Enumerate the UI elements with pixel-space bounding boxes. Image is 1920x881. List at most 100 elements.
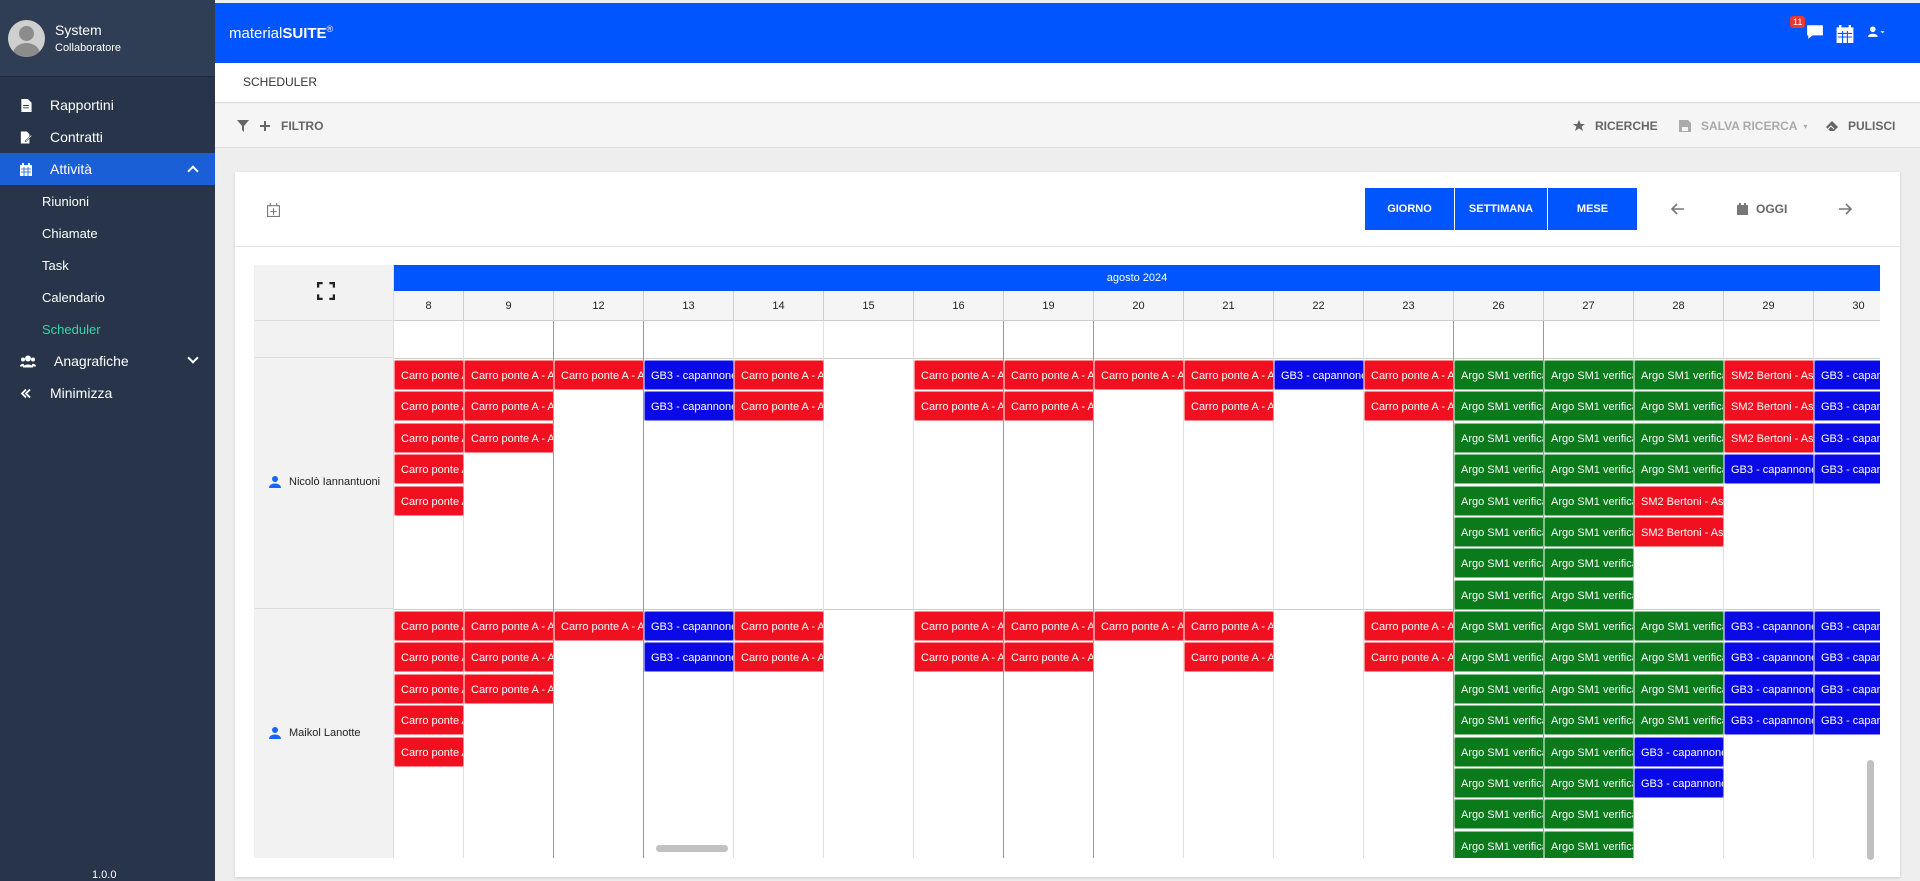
event-argo[interactable]: Argo SM1 verifica (1634, 642, 1724, 673)
event-argo[interactable]: Argo SM1 verifica (1454, 673, 1544, 704)
event-argo[interactable]: Argo SM1 verifica (1454, 422, 1544, 453)
event-carro[interactable]: Carro ponte A - Ass (734, 611, 824, 641)
event-sm2[interactable]: SM2 Bertoni - Assi (1724, 422, 1814, 453)
event-carro[interactable]: Carro ponte A - Ass (1004, 360, 1094, 390)
calendar-add-icon[interactable] (267, 203, 280, 217)
event-carro[interactable]: Carro ponte A - Ass (1184, 391, 1274, 422)
brand-logo[interactable]: materialSUITE® (229, 24, 333, 42)
event-carro[interactable]: Carro ponte A - Ass (734, 642, 824, 673)
event-argo[interactable]: Argo SM1 verifica (1544, 642, 1634, 673)
view-day-button[interactable]: GIORNO (1365, 188, 1454, 230)
event-argo[interactable]: Argo SM1 verifica (1544, 517, 1634, 547)
event-argo[interactable]: Argo SM1 verifica (1544, 736, 1634, 767)
fullscreen-icon[interactable] (317, 282, 335, 300)
event-carro[interactable]: Carro ponte A - Ass (734, 391, 824, 422)
event-carro[interactable]: Carro ponte A - Ass (914, 642, 1004, 673)
resource-label[interactable]: Nicolò Iannantuoni (269, 476, 380, 488)
event-argo[interactable]: Argo SM1 verifica (1634, 673, 1724, 704)
vertical-scrollbar[interactable] (1867, 760, 1874, 860)
event-argo[interactable]: Argo SM1 verifica (1454, 736, 1544, 767)
chat-icon[interactable] (1806, 23, 1824, 41)
event-carro[interactable]: Carro ponte A - Ass (394, 736, 464, 767)
event-argo[interactable]: Argo SM1 verifica (1544, 611, 1634, 641)
event-carro[interactable]: Carro ponte A - Ass (394, 705, 464, 736)
event-argo[interactable]: Argo SM1 verifica (1544, 799, 1634, 830)
event-argo[interactable]: Argo SM1 verifica (1454, 517, 1544, 547)
event-argo[interactable]: Argo SM1 verifica (1544, 705, 1634, 736)
event-carro[interactable]: Carro ponte A - Ass (464, 642, 554, 673)
event-carro[interactable]: Carro ponte A - Ass (464, 360, 554, 390)
event-carro[interactable]: Carro ponte A - Ass (1184, 611, 1274, 641)
sidebar-item-minimizza[interactable]: Minimizza (0, 377, 215, 409)
event-gb3[interactable]: GB3 - capannone (1814, 611, 1880, 641)
event-carro[interactable]: Carro ponte A - Ass (1364, 360, 1454, 390)
sidebar-item-contratti[interactable]: Contratti (0, 121, 215, 153)
event-argo[interactable]: Argo SM1 verifica (1454, 391, 1544, 422)
event-carro[interactable]: Carro ponte A - Ass (914, 611, 1004, 641)
view-month-button[interactable]: MESE (1548, 188, 1637, 230)
event-argo[interactable]: Argo SM1 verifica (1454, 485, 1544, 516)
event-gb3[interactable]: GB3 - capannone (1814, 422, 1880, 453)
event-carro[interactable]: Carro ponte A - Ass (1364, 642, 1454, 673)
event-argo[interactable]: Argo SM1 verifica (1454, 611, 1544, 641)
save-search-button[interactable]: SALVA RICERCA ▾ (1679, 119, 1807, 133)
event-argo[interactable]: Argo SM1 verifica (1454, 799, 1544, 830)
event-argo[interactable]: Argo SM1 verifica (1634, 611, 1724, 641)
event-carro[interactable]: Carro ponte A - Ass (394, 391, 464, 422)
sidebar-subitem-chiamate[interactable]: Chiamate (0, 217, 215, 249)
event-gb3[interactable]: GB3 - capannone (1724, 705, 1814, 736)
searches-button[interactable]: RICERCHE (1573, 119, 1658, 133)
event-argo[interactable]: Argo SM1 verifica (1634, 422, 1724, 453)
event-argo[interactable]: Argo SM1 verifica (1544, 391, 1634, 422)
avatar[interactable] (8, 19, 45, 57)
calendar-icon[interactable] (1836, 25, 1854, 43)
event-carro[interactable]: Carro ponte A - Ass (394, 611, 464, 641)
sidebar-subitem-scheduler[interactable]: Scheduler (0, 313, 215, 345)
event-gb3[interactable]: GB3 - capannone (1724, 673, 1814, 704)
event-gb3[interactable]: GB3 - capannone (644, 391, 734, 422)
event-argo[interactable]: Argo SM1 verifica (1454, 579, 1544, 610)
view-week-button[interactable]: SETTIMANA (1455, 188, 1547, 230)
event-carro[interactable]: Carro ponte A - Ass (394, 642, 464, 673)
event-gb3[interactable]: GB3 - capannone (1274, 360, 1364, 390)
arrow-left-icon[interactable] (1671, 203, 1685, 215)
event-sm2[interactable]: SM2 Bertoni - Assi (1724, 391, 1814, 422)
sidebar-subitem-calendario[interactable]: Calendario (0, 281, 215, 313)
event-argo[interactable]: Argo SM1 verifica (1544, 360, 1634, 390)
event-argo[interactable]: Argo SM1 verifica (1544, 768, 1634, 798)
event-gb3[interactable]: GB3 - capannone (644, 360, 734, 390)
event-gb3[interactable]: GB3 - capannone (1814, 673, 1880, 704)
event-gb3[interactable]: GB3 - capannone (1634, 736, 1724, 767)
event-argo[interactable]: Argo SM1 verifica (1634, 705, 1724, 736)
event-gb3[interactable]: GB3 - capannone (1724, 642, 1814, 673)
event-carro[interactable]: Carro ponte A - Ass (394, 422, 464, 453)
event-argo[interactable]: Argo SM1 verifica (1454, 548, 1544, 579)
event-gb3[interactable]: GB3 - capannone (1814, 705, 1880, 736)
sidebar-item-anagrafiche[interactable]: Anagrafiche (0, 345, 215, 377)
event-sm2[interactable]: SM2 Bertoni - Assi (1634, 485, 1724, 516)
event-gb3[interactable]: GB3 - capannone (1724, 454, 1814, 485)
event-argo[interactable]: Argo SM1 verifica (1544, 673, 1634, 704)
event-carro[interactable]: Carro ponte A - Ass (1004, 391, 1094, 422)
user-menu-icon[interactable] (1868, 23, 1886, 41)
event-carro[interactable]: Carro ponte A - Ass (914, 360, 1004, 390)
event-carro[interactable]: Carro ponte A - Ass (1364, 611, 1454, 641)
event-carro[interactable]: Carro ponte A - Ass (394, 485, 464, 516)
event-carro[interactable]: Carro ponte A - Ass (1184, 360, 1274, 390)
event-carro[interactable]: Carro ponte A - Ass (554, 611, 644, 641)
event-carro[interactable]: Carro ponte A - Ass (1004, 611, 1094, 641)
event-carro[interactable]: Carro ponte A - Ass (394, 360, 464, 390)
event-argo[interactable]: Argo SM1 verifica (1454, 454, 1544, 485)
event-argo[interactable]: Argo SM1 verifica (1544, 548, 1634, 579)
event-gb3[interactable]: GB3 - capannone (644, 642, 734, 673)
event-argo[interactable]: Argo SM1 verifica (1544, 830, 1634, 858)
sidebar-item-attivita[interactable]: Attività (0, 153, 215, 185)
event-argo[interactable]: Argo SM1 verifica (1544, 422, 1634, 453)
event-argo[interactable]: Argo SM1 verifica (1544, 579, 1634, 610)
sidebar-subitem-task[interactable]: Task (0, 249, 215, 281)
event-carro[interactable]: Carro ponte A - Ass (914, 391, 1004, 422)
event-argo[interactable]: Argo SM1 verifica (1634, 360, 1724, 390)
sidebar-subitem-riunioni[interactable]: Riunioni (0, 185, 215, 217)
event-carro[interactable]: Carro ponte A - Ass (1094, 360, 1184, 390)
arrow-right-icon[interactable] (1838, 203, 1852, 215)
